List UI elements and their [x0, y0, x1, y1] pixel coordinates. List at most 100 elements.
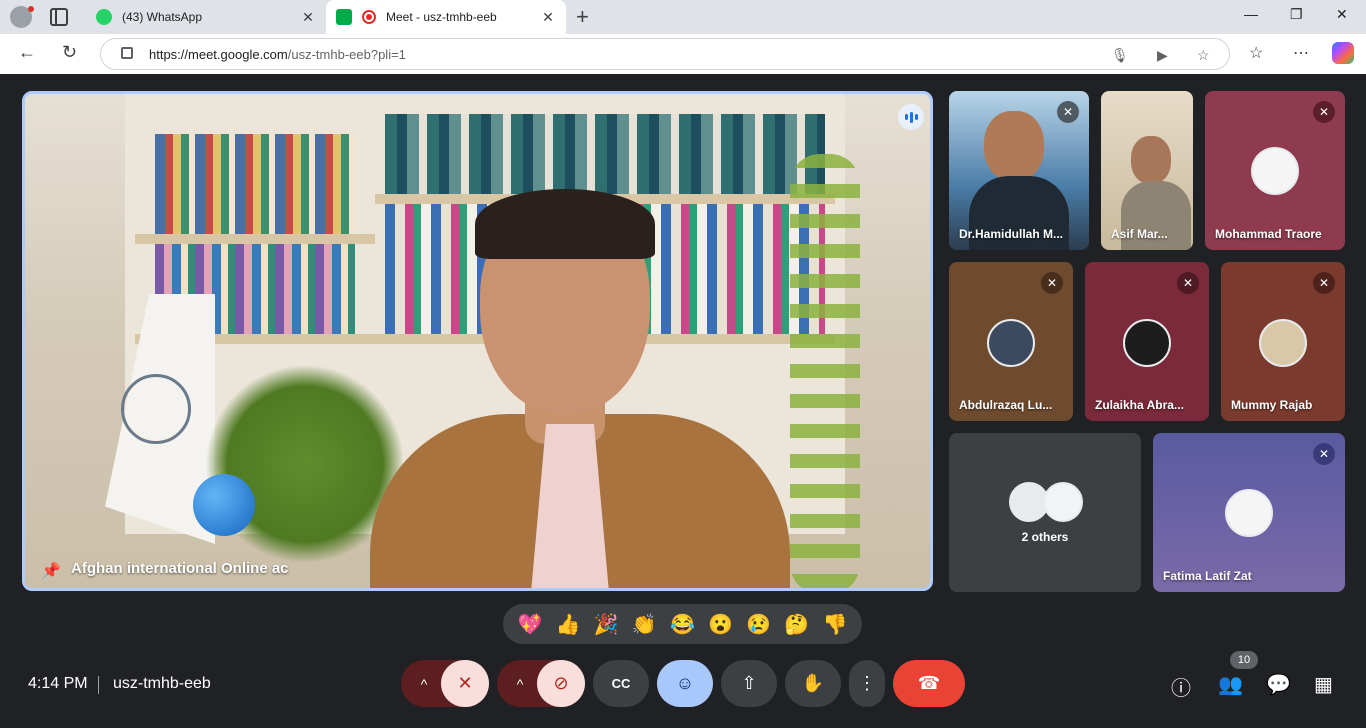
address-bar[interactable]: https://meet.google.com/usz-tmhb-eeb?pli… — [100, 38, 1230, 70]
avatar — [1251, 147, 1299, 195]
divider — [98, 676, 99, 694]
reaction-surprised[interactable]: 😮 — [708, 612, 733, 637]
participant-tile[interactable]: ✕ Abdulrazaq Lu... — [949, 262, 1073, 421]
avatar — [1123, 319, 1171, 367]
globe — [193, 474, 255, 536]
tab-actions-icon[interactable] — [50, 8, 68, 26]
more-icon[interactable]: ⋯ — [1293, 43, 1309, 63]
tab-title: (43) WhatsApp — [122, 10, 203, 24]
participant-tile[interactable]: ✕ Mummy Rajab — [1221, 262, 1345, 421]
audio-options-button[interactable]: ^ — [408, 660, 440, 707]
vine-plant — [790, 154, 860, 588]
main-video-tile[interactable]: 📌 Afghan international Online ac — [22, 91, 933, 591]
bookmark-star-icon[interactable]: ☆ — [1197, 47, 1210, 64]
participant-name: Asif Mar... — [1111, 227, 1168, 241]
mic-off-icon: ✕ — [1313, 101, 1335, 123]
mic-off-icon: ✕ — [1313, 443, 1335, 465]
emoji-icon: ☺ — [675, 673, 695, 693]
avatar — [1225, 489, 1273, 537]
chat-icon[interactable]: 💬 — [1266, 672, 1291, 697]
more-options-button[interactable]: ⋮ — [849, 660, 885, 707]
participant-count-badge: 10 — [1230, 651, 1258, 669]
mic-off-icon: ✕ — [1313, 272, 1335, 294]
video-options-button[interactable]: ^ — [504, 660, 536, 707]
site-info-icon[interactable] — [121, 47, 133, 59]
cast-icon[interactable]: ▶ — [1157, 47, 1168, 64]
close-icon[interactable]: ✕ — [540, 9, 556, 26]
hangup-icon: ☎ — [917, 673, 941, 693]
speaker-hair — [475, 189, 655, 259]
participant-name: Mummy Rajab — [1231, 398, 1313, 412]
raise-hand-button[interactable]: ✋ — [785, 660, 841, 707]
participant-tile[interactable]: Asif Mar... — [1101, 91, 1193, 250]
activities-icon[interactable]: ▦ — [1314, 672, 1333, 697]
others-label: 2 others — [1021, 530, 1069, 544]
leave-call-button[interactable]: ☎ — [893, 660, 965, 707]
meeting-code: usz-tmhb-eeb — [113, 675, 211, 692]
participant-name: Zulaikha Abra... — [1095, 398, 1184, 412]
captions-button[interactable]: CC — [593, 660, 649, 707]
hand-icon: ✋ — [801, 673, 825, 693]
browser-toolbar: ← ↻ https://meet.google.com/usz-tmhb-eeb… — [0, 34, 1366, 74]
pin-icon[interactable]: 📌 — [41, 561, 61, 581]
reaction-laugh[interactable]: 😂 — [670, 612, 695, 637]
mic-off-icon: ✕ — [1057, 101, 1079, 123]
flag-emblem — [121, 374, 191, 444]
meeting-info-icon[interactable]: ⓘ — [1171, 672, 1191, 701]
present-button[interactable]: ⇧ — [721, 660, 777, 707]
mic-off-icon: ✕ — [457, 673, 473, 693]
minimize-icon[interactable]: — — [1244, 6, 1258, 22]
others-tile[interactable]: 2 others — [949, 433, 1141, 592]
books-row — [385, 114, 825, 194]
avatar — [1259, 319, 1307, 367]
favorites-icon[interactable]: ☆ — [1249, 43, 1263, 63]
mic-off-icon: ✕ — [1041, 272, 1063, 294]
present-screen-icon: ⇧ — [741, 673, 757, 693]
avatar — [1043, 482, 1083, 522]
close-window-icon[interactable]: ✕ — [1336, 6, 1348, 23]
reaction-bar: 💖 👍 🎉 👏 😂 😮 😢 🤔 👎 — [503, 604, 862, 644]
close-icon[interactable]: ✕ — [300, 9, 316, 26]
meet-icon — [336, 9, 352, 25]
reaction-sad[interactable]: 😢 — [746, 612, 771, 637]
books-row — [155, 134, 355, 234]
recording-icon — [362, 10, 376, 24]
copilot-icon[interactable] — [1332, 42, 1354, 64]
url-text: https://meet.google.com/usz-tmhb-eeb?pli… — [149, 47, 406, 62]
whatsapp-icon — [96, 9, 112, 25]
reaction-thinking[interactable]: 🤔 — [784, 612, 809, 637]
participant-name: Abdulrazaq Lu... — [959, 398, 1053, 412]
meeting-time: 4:14 PM — [28, 675, 88, 692]
participant-tile[interactable]: ✕ Zulaikha Abra... — [1085, 262, 1209, 421]
reaction-clap[interactable]: 👏 — [632, 612, 657, 637]
participant-tile[interactable]: ✕ Fatima Latif Zat — [1153, 433, 1345, 592]
new-tab-icon[interactable]: + — [576, 4, 589, 30]
more-vert-icon: ⋮ — [858, 673, 876, 693]
reactions-button[interactable]: ☺ — [657, 660, 713, 707]
tab-title: Meet - usz-tmhb-eeb — [386, 10, 497, 24]
reaction-heart[interactable]: 💖 — [518, 612, 543, 637]
reaction-thumbs-down[interactable]: 👎 — [822, 612, 847, 637]
participant-name: Dr.Hamidullah M... — [959, 227, 1064, 241]
reaction-party[interactable]: 🎉 — [594, 612, 619, 637]
restore-icon[interactable]: ❐ — [1290, 6, 1303, 23]
reaction-thumbs-up[interactable]: 👍 — [556, 612, 581, 637]
notification-dot — [28, 6, 34, 12]
mic-toggle-button[interactable]: ✕ — [441, 660, 489, 707]
camera-toggle-button[interactable]: ⊘ — [537, 660, 585, 707]
participant-tile[interactable]: ✕ Mohammad Traore — [1205, 91, 1345, 250]
mic-off-icon: ✕ — [1177, 272, 1199, 294]
people-icon[interactable]: 👥 — [1218, 672, 1243, 697]
reload-icon[interactable]: ↻ — [62, 42, 77, 63]
participant-tile[interactable]: ✕ Dr.Hamidullah M... — [949, 91, 1089, 250]
speaking-indicator-icon — [898, 104, 924, 130]
captions-icon: CC — [611, 676, 631, 691]
avatar — [987, 319, 1035, 367]
tab-whatsapp[interactable]: (43) WhatsApp ✕ — [86, 0, 326, 34]
browser-tabbar: (43) WhatsApp ✕ Meet - usz-tmhb-eeb ✕ + … — [0, 0, 1366, 34]
back-icon[interactable]: ← — [18, 42, 36, 63]
participant-name: Fatima Latif Zat — [1163, 569, 1252, 583]
mic-icon[interactable]: 🎙 — [1111, 47, 1129, 64]
camera-off-icon: ⊘ — [553, 673, 569, 693]
tab-meet[interactable]: Meet - usz-tmhb-eeb ✕ — [326, 0, 566, 34]
